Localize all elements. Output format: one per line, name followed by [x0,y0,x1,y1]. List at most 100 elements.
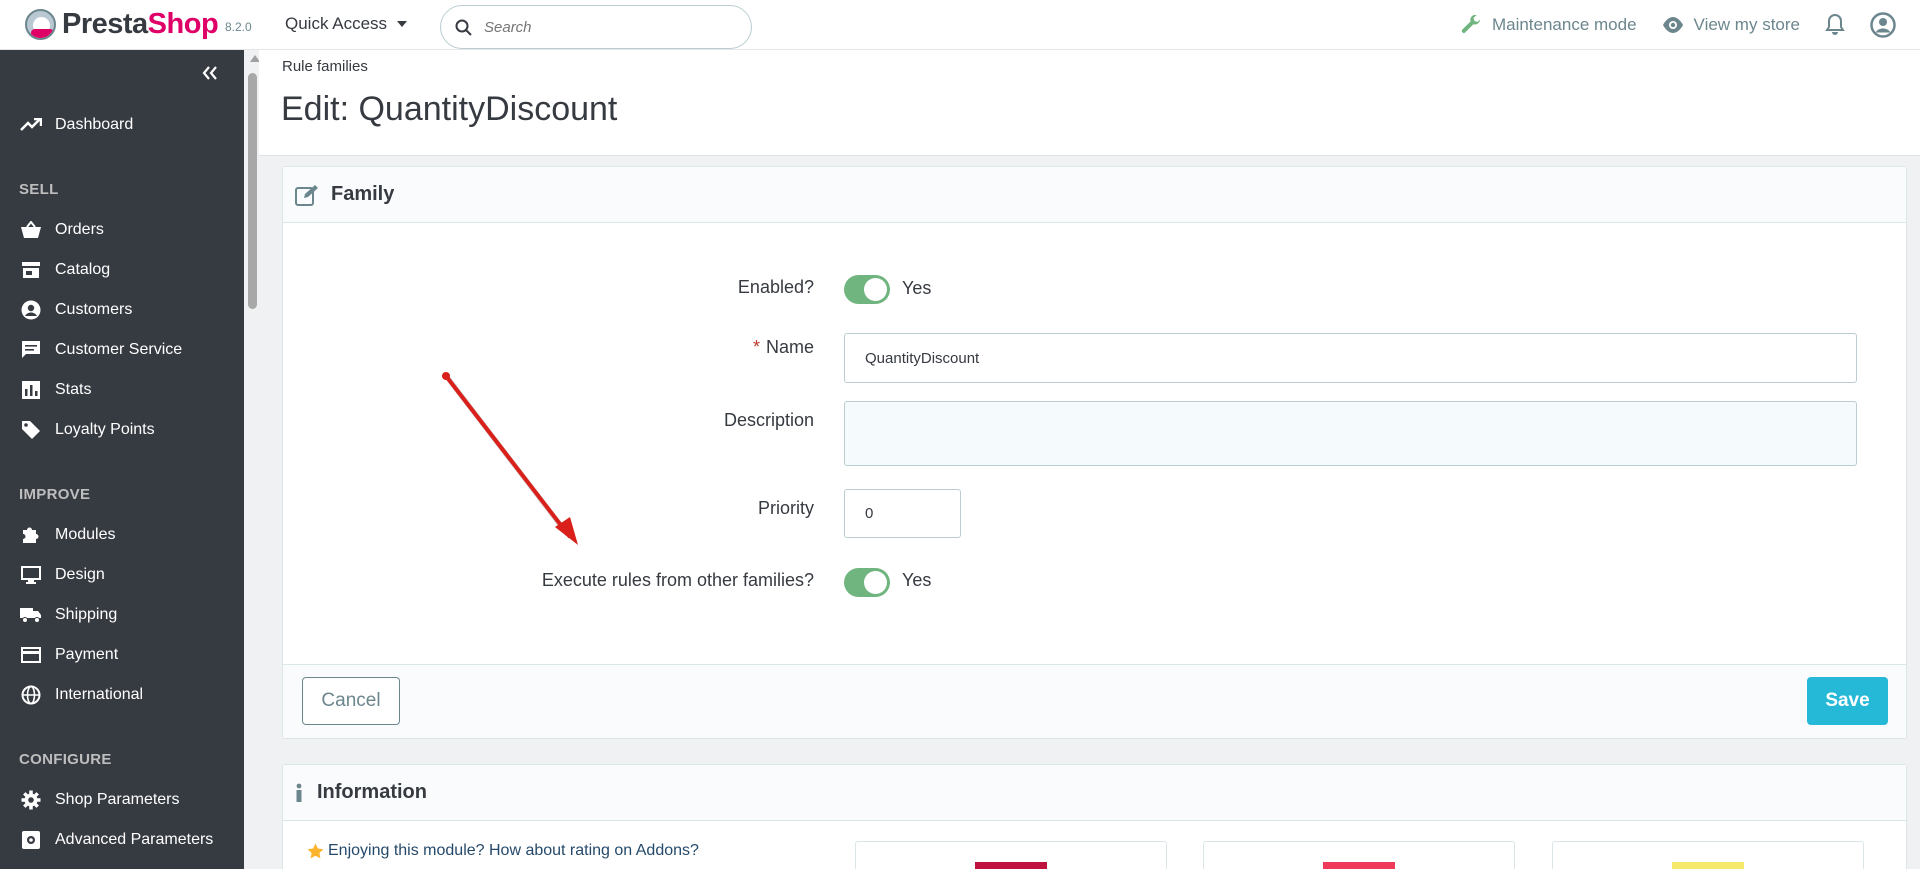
sidebar-item-orders[interactable]: Orders [0,210,244,250]
sidebar-item-label: Orders [55,221,104,238]
sidebar-item-customers[interactable]: Customers [0,290,244,330]
caret-down-icon [397,21,408,27]
information-panel: Information Enjoying this module? How ab… [282,764,1907,869]
star-icon [307,843,324,859]
save-button[interactable]: Save [1807,677,1888,725]
monitor-icon [21,566,41,584]
sidebar-item-label: Stats [55,381,92,398]
priority-label: Priority [757,498,814,518]
sidebar-item-label: Payment [55,646,119,663]
notifications-button[interactable] [1824,13,1846,37]
user-circle-icon [1870,12,1896,38]
logo-text: PrestaShop [62,8,219,40]
addon-card[interactable] [855,841,1167,869]
sidebar-item-label: Loyalty Points [55,421,155,438]
bar-chart-icon [22,381,40,399]
chat-icon [22,341,40,358]
addon-thumbnail [1672,862,1744,869]
edit-icon [295,184,318,206]
sidebar-item-payment[interactable]: Payment [0,635,244,675]
sidebar-item-dashboard[interactable]: Dashboard [0,105,244,145]
description-label: Description [723,410,814,430]
enabled-toggle-label: Yes [902,278,932,298]
sidebar-item-modules[interactable]: Modules [0,515,244,555]
cancel-button[interactable]: Cancel [302,677,400,725]
priority-input[interactable]: 0 [844,489,961,538]
required-asterisk: * [752,337,760,357]
sidebar-item-label: International [55,686,144,703]
addon-card[interactable] [1552,841,1864,869]
addon-card[interactable] [1203,841,1515,869]
wrench-icon [1461,14,1480,33]
account-button[interactable] [1870,12,1896,38]
sidebar: Dashboard SELL Orders Catalog Customers … [0,50,244,869]
enabled-label: Enabled? [737,277,814,297]
quick-access-dropdown[interactable]: Quick Access [285,14,408,34]
prestashop-logo[interactable]: PrestaShop [25,8,219,41]
sidebar-item-label: Advanced Parameters [55,831,214,848]
sidebar-item-label: Dashboard [55,116,134,133]
information-panel-title: Information [317,781,427,803]
sidebar-item-international[interactable]: International [0,675,244,715]
family-panel-footer: Cancel Save [283,664,1906,738]
sidebar-item-label: Customer Service [55,341,183,358]
sidebar-item-customer-service[interactable]: Customer Service [0,330,244,370]
page-header: Rule families Edit: QuantityDiscount [259,50,1920,156]
sidebar-item-label: Shipping [55,606,118,623]
enabled-toggle[interactable] [844,275,890,304]
tag-icon [22,421,40,439]
maintenance-mode-link[interactable]: Maintenance mode [1459,13,1637,37]
top-header: PrestaShop 8.2.0 Quick Access Maintenanc… [0,0,1920,50]
credit-card-icon [21,647,41,663]
search-input[interactable] [484,18,724,36]
sidebar-item-loyalty-points[interactable]: Loyalty Points [0,410,244,450]
trending-up-icon [20,118,42,131]
truck-icon [20,608,41,623]
scroll-thumb[interactable] [248,73,257,309]
collapse-sidebar-button[interactable] [202,66,218,85]
version-label: 8.2.0 [225,20,252,34]
breadcrumb[interactable]: Rule families [282,58,368,75]
maintenance-mode-label: Maintenance mode [1491,15,1637,34]
rating-link[interactable]: Enjoying this module? How about rating o… [307,842,699,860]
basket-icon [21,221,41,238]
name-label: * Name [753,337,814,358]
quick-access-label: Quick Access [285,14,388,33]
double-chevron-left-icon [202,66,217,80]
sidebar-section-improve: IMPROVE [19,486,91,503]
description-textarea[interactable] [844,401,1857,466]
sidebar-item-design[interactable]: Design [0,555,244,595]
execute-rules-toggle-label: Yes [902,570,932,590]
prestashop-logo-icon [25,9,56,40]
name-input[interactable]: QuantityDiscount [844,333,1857,383]
view-my-store-link[interactable]: View my store [1661,15,1800,35]
puzzle-icon [23,527,39,543]
sidebar-item-stats[interactable]: Stats [0,370,244,410]
sidebar-item-catalog[interactable]: Catalog [0,250,244,290]
sidebar-item-shop-parameters[interactable]: Shop Parameters [0,780,244,820]
store-icon [22,262,40,278]
view-my-store-label: View my store [1693,15,1800,34]
sidebar-item-advanced-parameters[interactable]: Advanced Parameters [0,820,244,860]
addon-thumbnail [1323,862,1395,869]
execute-rules-toggle[interactable] [844,568,890,597]
family-panel: Family Enabled? Yes * Name QuantityDiscou… [282,166,1907,739]
bell-icon [1825,13,1845,35]
eye-icon [1662,17,1683,33]
gear-icon [21,790,41,810]
sidebar-section-configure: CONFIGURE [19,751,112,768]
sidebar-item-label: Shop Parameters [55,791,180,808]
name-label-text: Name [765,337,814,357]
sidebar-item-shipping[interactable]: Shipping [0,595,244,635]
addon-thumbnail [975,862,1047,869]
sidebar-item-label: Customers [55,301,133,318]
family-panel-heading: Family [283,167,1906,223]
info-icon [296,783,302,802]
execute-rules-label: Execute rules from other families? [541,570,814,590]
search-box[interactable] [440,5,752,49]
page-scrollbar[interactable] [247,55,260,869]
family-panel-title: Family [331,183,395,205]
globe-icon [21,685,41,705]
sidebar-item-label: Modules [55,526,116,543]
rating-text: Enjoying this module? How about rating o… [328,842,699,859]
